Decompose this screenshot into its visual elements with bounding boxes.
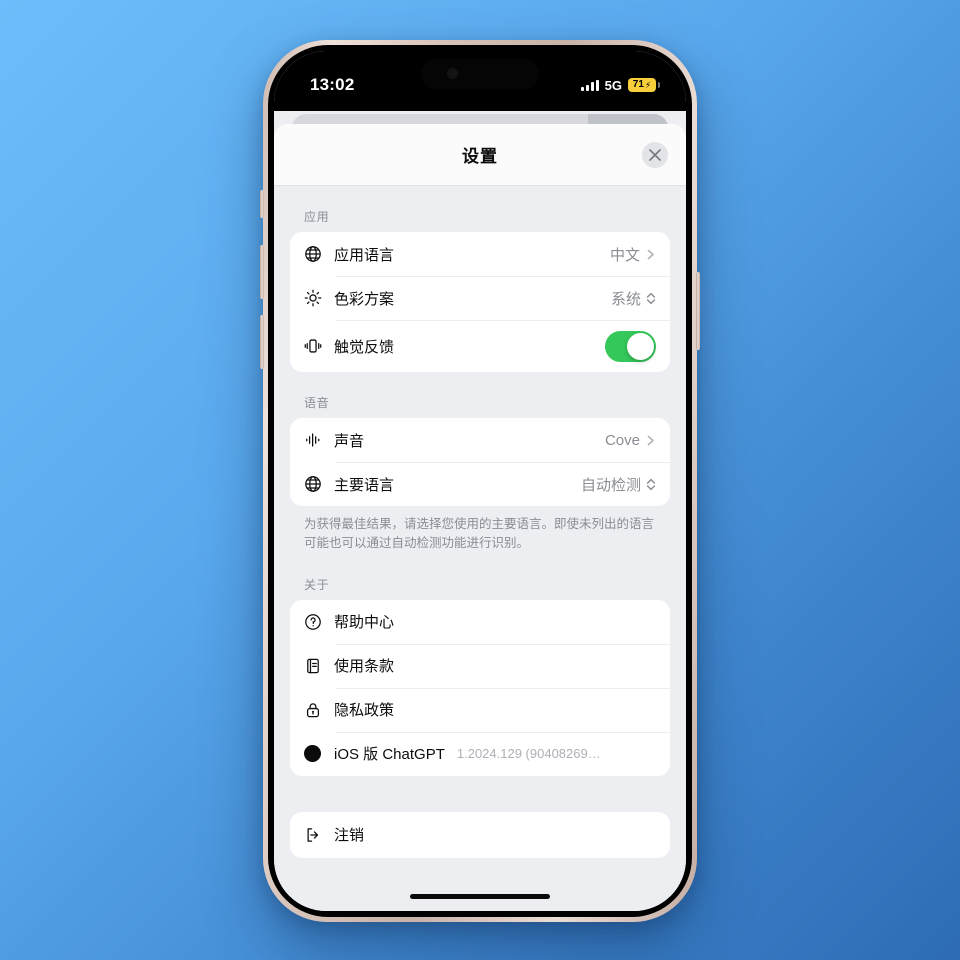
value-text: 自动检测 (580, 476, 641, 494)
row-value-primary-language: 自动检测 (581, 474, 656, 495)
row-value-voice: Cove (605, 432, 656, 449)
voice-section-footnote: 为获得最佳结果，请选择您使用的主要语言。即使未列出的语言可能也可以通过自动检测功… (304, 517, 655, 551)
row-label-help-center: 帮助中心 (334, 614, 395, 632)
row-app-version: iOS 版 ChatGPT 1.2024.129 (90408269… (290, 731, 670, 776)
status-time: 13:02 (310, 75, 355, 94)
settings-list: 应用 应用语言 中文 色彩方案 系统 触觉反馈 语音 声音 Cove 主要语言 … (274, 186, 686, 911)
document-icon (304, 657, 330, 675)
row-haptic-feedback[interactable]: 触觉反馈 (290, 320, 670, 372)
haptics-icon (304, 337, 330, 355)
settings-group-voice: 声音 Cove 主要语言 自动检测 (290, 418, 670, 506)
volume-up-button[interactable] (260, 245, 264, 299)
battery-percent-label: 71 (632, 79, 644, 90)
row-label-privacy-policy: 隐私政策 (334, 702, 395, 720)
row-value-color-scheme: 系统 (611, 288, 656, 309)
settings-group-logout: 注销 (290, 811, 670, 858)
battery-icon: 71 ⚡ (628, 78, 660, 92)
globe-icon (304, 245, 330, 263)
toggle-knob (627, 332, 654, 360)
dynamic-island (421, 59, 539, 89)
row-terms-of-use[interactable]: 使用条款 (290, 643, 670, 688)
row-label-terms-of-use: 使用条款 (334, 658, 395, 676)
chevron-right-icon (645, 249, 656, 260)
app-version-value: 1.2024.129 (90408269… (456, 746, 601, 762)
silent-switch[interactable] (260, 190, 264, 218)
charging-bolt-icon: ⚡ (644, 79, 652, 90)
cellular-signal-icon (580, 79, 599, 91)
chevron-up-down-icon (646, 292, 656, 305)
row-primary-language[interactable]: 主要语言 自动检测 (290, 462, 670, 506)
settings-group-about: 帮助中心 使用条款 隐私政策 iOS 版 ChatGPT 1.2024.129 … (290, 599, 670, 776)
row-label-primary-language: 主要语言 (334, 476, 395, 494)
group-label-voice: 语音 (304, 396, 330, 410)
value-text: Cove (604, 431, 640, 449)
app-dot-icon (304, 745, 330, 763)
question-circle-icon (304, 613, 330, 631)
phone-screen: 13:02 5G 71 ⚡ 设置 应用 应用语言 中文 色彩方案 系统 触觉反馈… (274, 51, 686, 911)
front-camera-icon (447, 68, 458, 79)
power-button[interactable] (696, 272, 700, 350)
chevron-up-down-icon (646, 478, 656, 491)
row-label-haptic-feedback: 触觉反馈 (334, 338, 395, 356)
settings-group-app: 应用语言 中文 色彩方案 系统 触觉反馈 (290, 232, 670, 372)
sign-out-icon (304, 826, 330, 844)
close-icon (649, 148, 661, 161)
sheet-header: 设置 (274, 124, 686, 186)
globe-icon (304, 475, 330, 493)
network-type-label: 5G (604, 77, 622, 93)
waveform-icon (304, 431, 330, 449)
row-label-app-language: 应用语言 (334, 246, 395, 264)
haptic-feedback-toggle[interactable] (605, 330, 656, 362)
row-logout[interactable]: 注销 (290, 812, 670, 858)
value-text: 系统 (610, 290, 641, 308)
value-text: 中文 (609, 246, 640, 264)
row-value-app-language: 中文 (610, 244, 656, 265)
row-label-voice: 声音 (334, 432, 365, 450)
close-button[interactable] (642, 141, 668, 168)
brightness-icon (304, 289, 330, 307)
row-voice[interactable]: 声音 Cove (290, 418, 670, 462)
row-label-app-version: iOS 版 ChatGPT (334, 746, 445, 764)
settings-sheet: 设置 应用 应用语言 中文 色彩方案 系统 触觉反馈 语音 声音 Cove 主要… (274, 124, 686, 911)
row-label-logout: 注销 (334, 827, 365, 845)
lock-icon (304, 701, 330, 719)
row-help-center[interactable]: 帮助中心 (290, 600, 670, 644)
volume-down-button[interactable] (260, 315, 264, 369)
status-indicators: 5G 71 ⚡ (580, 77, 660, 93)
row-app-language[interactable]: 应用语言 中文 (290, 232, 670, 276)
group-label-about: 关于 (304, 577, 330, 592)
row-privacy-policy[interactable]: 隐私政策 (290, 687, 670, 732)
status-bar: 13:02 5G 71 ⚡ (274, 51, 686, 111)
chevron-right-icon (645, 435, 656, 446)
row-label-color-scheme: 色彩方案 (334, 290, 395, 308)
home-indicator[interactable] (410, 894, 550, 899)
group-label-app: 应用 (304, 210, 330, 224)
row-control-haptic-feedback (605, 330, 656, 362)
page-title: 设置 (462, 147, 498, 166)
phone-device: 13:02 5G 71 ⚡ 设置 应用 应用语言 中文 色彩方案 系统 触觉反馈… (260, 40, 700, 922)
row-color-scheme[interactable]: 色彩方案 系统 (290, 276, 670, 320)
